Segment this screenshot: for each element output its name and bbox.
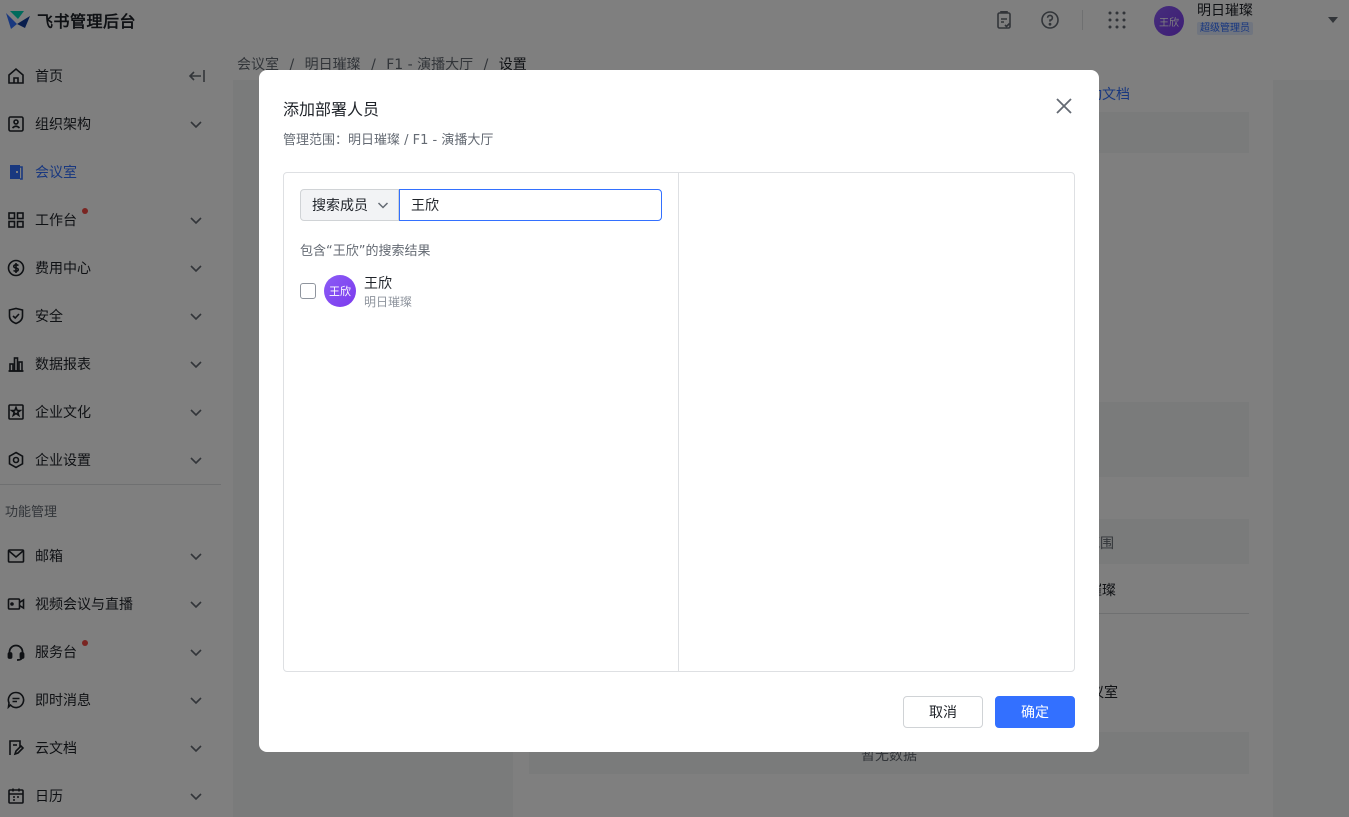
confirm-button[interactable]: 确定: [995, 696, 1075, 728]
modal-title: 添加部署人员: [283, 100, 380, 119]
cancel-button[interactable]: 取消: [903, 696, 983, 728]
chevron-down-icon: [376, 198, 390, 212]
member-department: 明日璀璨: [364, 295, 413, 309]
search-result-row[interactable]: 王欣 王欣 明日璀璨: [300, 273, 660, 309]
picker-selected-panel: [680, 173, 1074, 671]
member-avatar: 王欣: [324, 275, 356, 307]
search-type-label: 搜索成员: [312, 198, 368, 214]
member-name: 王欣: [364, 276, 392, 292]
search-type-select[interactable]: 搜索成员: [300, 189, 399, 221]
member-checkbox[interactable]: [300, 283, 316, 299]
close-icon[interactable]: [1054, 96, 1074, 116]
member-search-input[interactable]: [399, 189, 662, 221]
add-deployer-modal: 添加部署人员 管理范围：明日璀璨 / F1 - 演播大厅 搜索成员 包含“王欣”…: [259, 70, 1099, 752]
search-result-hint: 包含“王欣”的搜索结果: [300, 244, 431, 259]
modal-subtitle: 管理范围：明日璀璨 / F1 - 演播大厅: [283, 133, 494, 148]
member-picker: 搜索成员 包含“王欣”的搜索结果 王欣 王欣 明日璀璨: [283, 172, 1075, 672]
picker-search-panel: 搜索成员 包含“王欣”的搜索结果 王欣 王欣 明日璀璨: [284, 173, 679, 671]
